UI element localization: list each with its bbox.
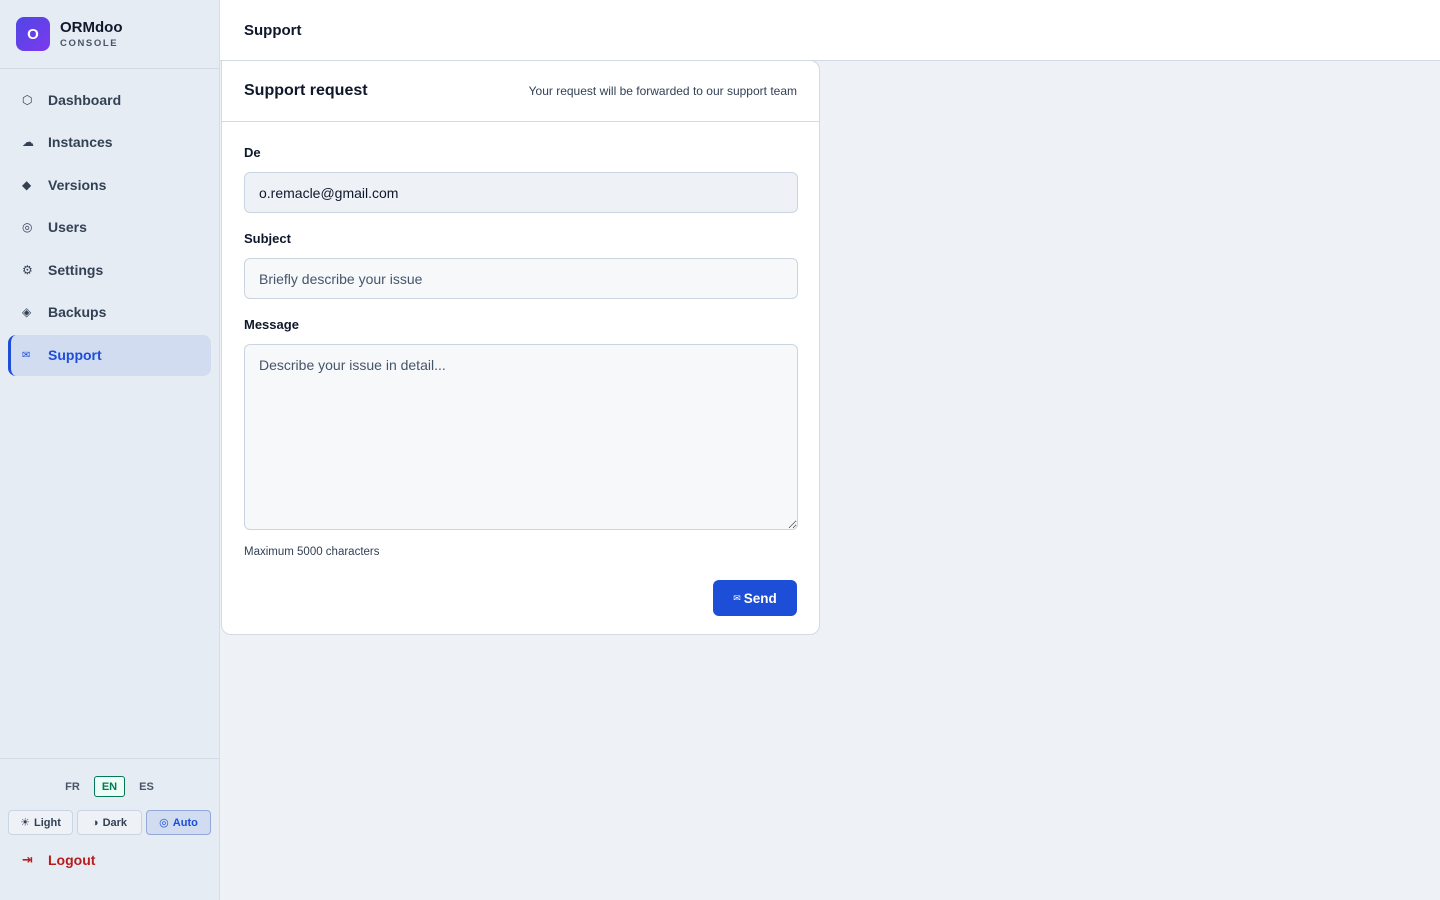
logout-icon: ⇥: [22, 852, 33, 867]
brand-logo: O: [16, 17, 50, 51]
sidebar-item-support[interactable]: ✉ Support: [8, 334, 211, 376]
diamond-icon: ◆: [22, 177, 32, 192]
sidebar-nav: ⬡ Dashboard ☁ Instances ◆ Versions ◎ Use…: [0, 69, 219, 377]
logout-label: Logout: [48, 852, 96, 868]
sidebar-item-label: Support: [48, 347, 102, 364]
theme-light-button[interactable]: ☀ Light: [8, 810, 73, 835]
support-form-card: Support request Your request will be for…: [221, 60, 820, 635]
sidebar-item-settings[interactable]: ⚙ Settings: [8, 249, 211, 290]
sidebar-item-dashboard[interactable]: ⬡ Dashboard: [8, 79, 211, 120]
brand: O ORMdoo CONSOLE: [0, 0, 219, 69]
from-field[interactable]: [244, 172, 798, 213]
mail-icon: ✉: [733, 592, 741, 603]
page-title: Support: [220, 0, 1440, 61]
card-title: Support request: [244, 82, 368, 99]
user-circle-icon: ◎: [22, 220, 33, 235]
language-fr[interactable]: FR: [59, 776, 86, 797]
auto-icon: ◎: [159, 817, 169, 829]
theme-dark-button[interactable]: ◑ Dark: [77, 810, 142, 835]
app-root: O ORMdoo CONSOLE ⬡ Dashboard ☁ Instances…: [0, 0, 1440, 900]
language-en[interactable]: EN: [93, 776, 126, 797]
layers-icon: ◈: [22, 305, 32, 320]
sidebar-item-users[interactable]: ◎ Users: [8, 207, 211, 248]
sidebar-item-label: Users: [48, 219, 87, 236]
theme-switcher: ☀ Light ◑ Dark ◎ Auto: [8, 810, 211, 835]
sidebar: O ORMdoo CONSOLE ⬡ Dashboard ☁ Instances…: [0, 0, 220, 900]
card-body: De Subject Message Maximum 5000 characte…: [222, 122, 819, 616]
brand-name: ORMdoo: [60, 19, 123, 36]
sidebar-item-label: Backups: [48, 304, 107, 321]
sidebar-item-instances[interactable]: ☁ Instances: [8, 122, 211, 163]
message-hint: Maximum 5000 characters: [244, 546, 380, 558]
brand-text: ORMdoo CONSOLE: [60, 19, 122, 49]
from-label: De: [244, 145, 261, 160]
sidebar-item-label: Versions: [48, 176, 107, 193]
logout-button[interactable]: ⇥ Logout: [0, 852, 219, 868]
half-moon-icon: ◑: [91, 816, 99, 829]
send-label: Send: [743, 590, 777, 606]
language-es[interactable]: ES: [133, 776, 160, 797]
gear-icon: ⚙: [22, 262, 33, 277]
brand-subtitle: CONSOLE: [60, 38, 119, 49]
cloud-icon: ☁: [22, 135, 34, 150]
sun-icon: ☀: [20, 817, 30, 829]
sidebar-footer: FR EN ES ☀ Light ◑ Dark ◎ Auto ⇥ Logout: [0, 758, 219, 900]
theme-label: Light: [33, 816, 61, 829]
sidebar-item-versions[interactable]: ◆ Versions: [8, 164, 211, 205]
send-button[interactable]: ✉ Send: [713, 580, 797, 616]
form-actions: ✉ Send: [244, 580, 797, 616]
message-label: Message: [244, 317, 299, 332]
hexagon-icon: ⬡: [22, 92, 33, 107]
sidebar-item-label: Instances: [48, 134, 113, 151]
subject-label: Subject: [244, 231, 291, 246]
theme-auto-button[interactable]: ◎ Auto: [146, 810, 211, 835]
main-content: Support Support request Your request wil…: [220, 0, 1440, 900]
message-textarea[interactable]: [244, 344, 798, 530]
sidebar-item-backups[interactable]: ◈ Backups: [8, 292, 211, 333]
card-subtitle: Your request will be forwarded to our su…: [528, 84, 797, 98]
theme-label: Dark: [102, 816, 128, 829]
subject-input[interactable]: [244, 258, 798, 299]
mail-icon: ✉: [22, 349, 31, 361]
language-switcher: FR EN ES: [0, 776, 219, 797]
sidebar-item-label: Dashboard: [48, 91, 122, 108]
card-header: Support request Your request will be for…: [222, 61, 819, 122]
sidebar-item-label: Settings: [48, 261, 104, 278]
theme-label: Auto: [172, 816, 198, 829]
